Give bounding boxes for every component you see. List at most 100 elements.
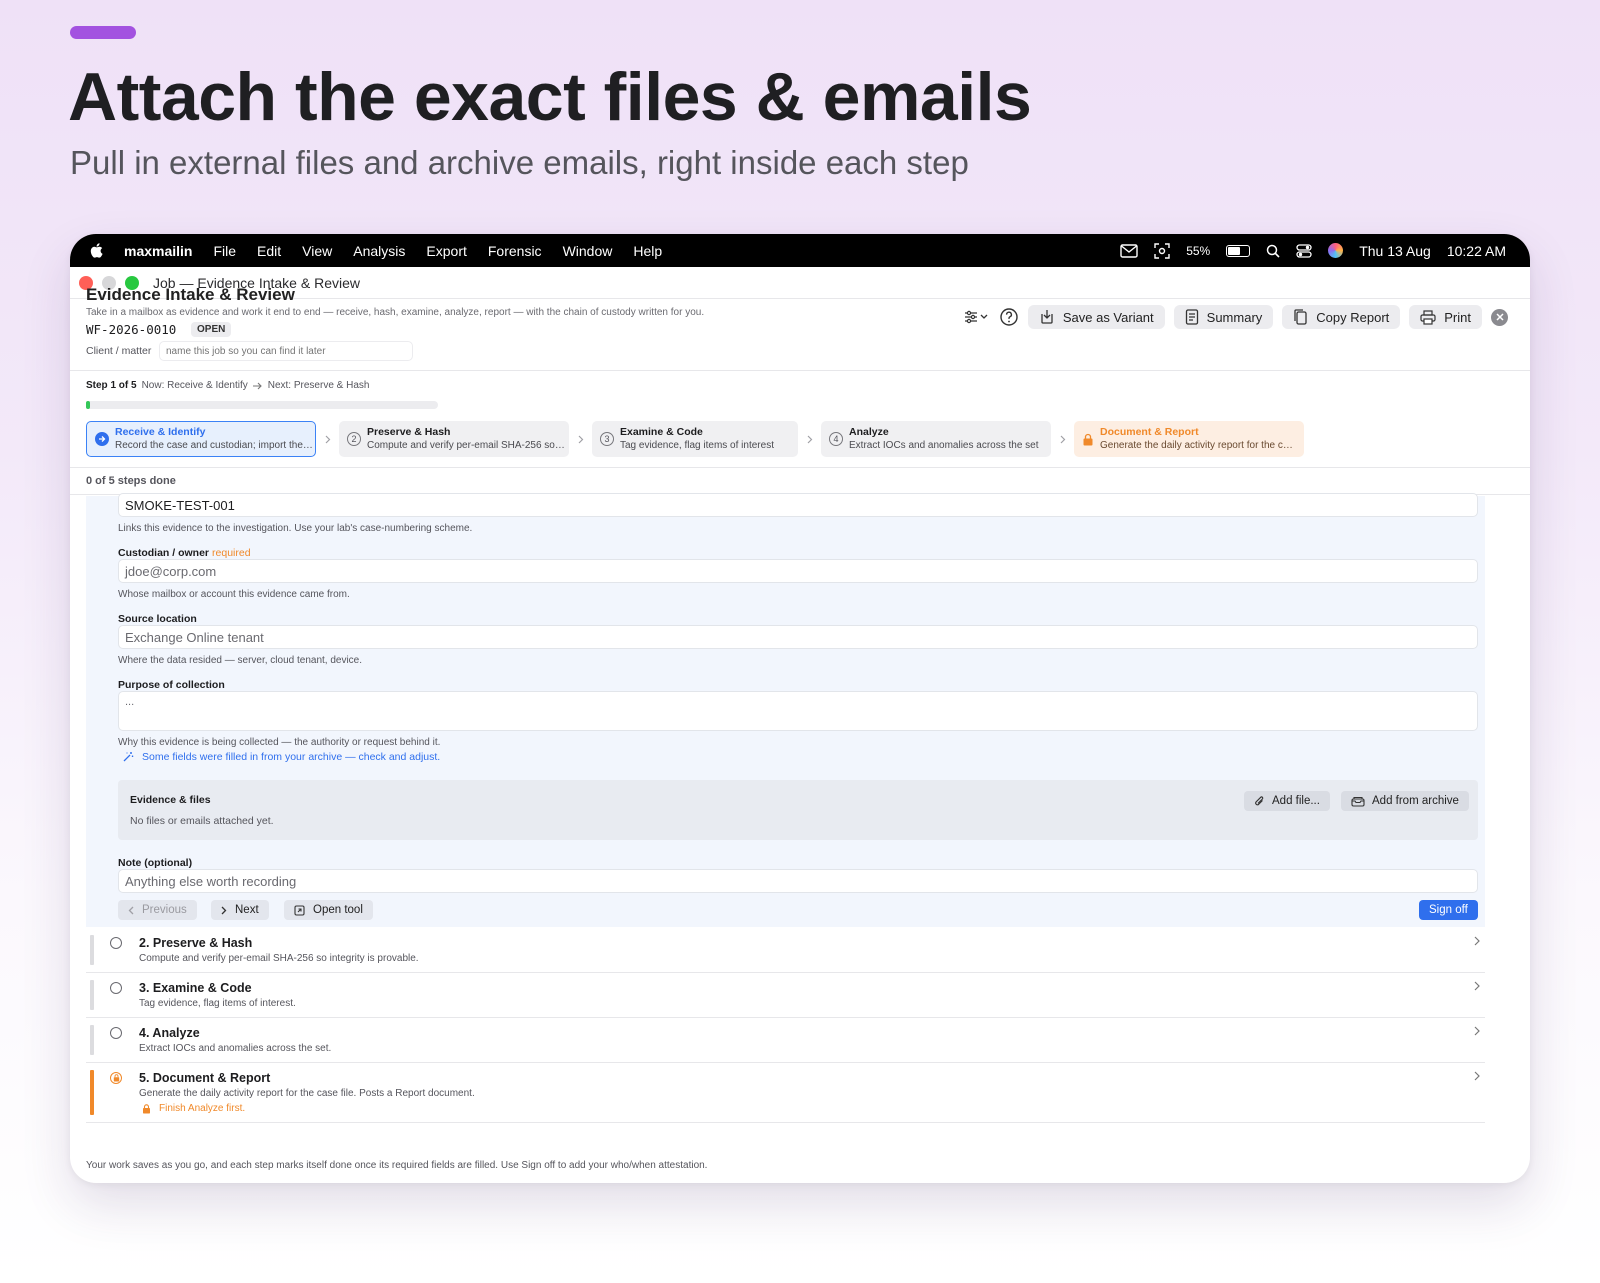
custodian-field[interactable]: jdoe@corp.com [118, 559, 1478, 583]
chevron-right-icon [221, 906, 227, 914]
step-cards: Receive & Identify Record the case and c… [86, 421, 1304, 457]
lock-icon [1083, 433, 1093, 445]
step-counter: Step 1 of 5 [86, 380, 137, 391]
step-row-sub: Tag evidence, flag items of interest. [139, 998, 296, 1009]
step-row-report[interactable]: 5. Document & Report Generate the daily … [86, 1063, 1485, 1123]
menu-view[interactable]: View [302, 243, 332, 259]
menubar-time[interactable]: 10:22 AM [1447, 243, 1506, 259]
battery-percent: 55% [1186, 243, 1211, 258]
autofill-note: Some fields were filled in from your arc… [122, 751, 440, 763]
previous-button[interactable]: Previous [118, 900, 197, 920]
step-card-title: Document & Report [1100, 426, 1199, 438]
note-label: Note (optional) [118, 857, 193, 869]
job-description: Take in a mailbox as evidence and work i… [86, 307, 705, 318]
apple-icon[interactable] [89, 242, 106, 259]
divider [70, 370, 1530, 371]
evidence-title: Evidence & files [130, 794, 211, 806]
save-as-variant-label: Save as Variant [1062, 309, 1154, 325]
step-status-circle [110, 1027, 122, 1039]
step-card-report[interactable]: Document & Report Generate the daily act… [1074, 421, 1304, 457]
view-options-button[interactable] [964, 310, 990, 324]
menu-forensic[interactable]: Forensic [488, 243, 542, 259]
step-indicator [90, 980, 94, 1010]
step-row-analyze[interactable]: 4. Analyze Extract IOCs and anomalies ac… [86, 1018, 1485, 1063]
step-row-title: 5. Document & Report [139, 1071, 271, 1085]
case-help: Links this evidence to the investigation… [118, 523, 473, 534]
sign-off-button[interactable]: Sign off [1419, 900, 1478, 920]
menu-export[interactable]: Export [426, 243, 466, 259]
step-row-preserve[interactable]: 2. Preserve & Hash Compute and verify pe… [86, 928, 1485, 973]
client-matter-input[interactable] [159, 341, 413, 361]
chevron-right-icon[interactable] [1474, 936, 1481, 946]
sliders-icon [964, 310, 988, 324]
magic-wand-icon [123, 752, 134, 762]
custodian-label-text: Custodian / owner [118, 547, 210, 559]
step-row-examine[interactable]: 3. Examine & Code Tag evidence, flag ite… [86, 973, 1485, 1018]
step-card-preserve[interactable]: 2 Preserve & Hash Compute and verify per… [339, 421, 569, 457]
job-id: WF-2026-0010 [86, 322, 177, 337]
print-button[interactable]: Print [1409, 305, 1482, 329]
archive-icon [1351, 796, 1365, 807]
step-status-circle [110, 937, 122, 949]
step-card-title: Preserve & Hash [367, 426, 451, 438]
status-badge: OPEN [191, 322, 232, 337]
menu-analysis[interactable]: Analysis [353, 243, 405, 259]
step-card-desc: Compute and verify per-email SHA-256 so … [367, 440, 565, 451]
accent-pill [70, 26, 136, 39]
step-card-title: Receive & Identify [115, 426, 206, 438]
toolbar: Save as Variant Summary Copy Report Prin… [964, 305, 1508, 329]
step-card-examine[interactable]: 3 Examine & Code Tag evidence, flag item… [592, 421, 798, 457]
help-button[interactable] [999, 307, 1019, 327]
next-label: Next [235, 904, 259, 916]
required-tag: required [212, 547, 251, 559]
source-field[interactable]: Exchange Online tenant [118, 625, 1478, 649]
purpose-field[interactable]: ... [118, 691, 1478, 731]
menu-window[interactable]: Window [563, 243, 613, 259]
job-title: Evidence Intake & Review [86, 285, 295, 304]
app-window: maxmailin File Edit View Analysis Export… [70, 234, 1530, 1183]
screen-capture-icon[interactable] [1154, 242, 1170, 259]
open-tool-button[interactable]: Open tool [284, 900, 373, 920]
menu-app-name[interactable]: maxmailin [124, 243, 192, 259]
add-file-button[interactable]: Add file... [1244, 791, 1330, 811]
summary-icon [1185, 309, 1198, 325]
mail-status-icon[interactable] [1120, 243, 1138, 258]
copy-report-button[interactable]: Copy Report [1282, 305, 1401, 329]
arrow-right-icon [252, 382, 262, 389]
menu-file[interactable]: File [213, 243, 236, 259]
spotlight-search-icon[interactable] [1266, 244, 1280, 258]
siri-icon[interactable] [1328, 243, 1344, 258]
chevron-right-icon[interactable] [1474, 981, 1481, 991]
step-number: 3 [600, 432, 614, 446]
save-as-variant-button[interactable]: Save as Variant [1027, 305, 1165, 329]
client-label: Client / matter [86, 345, 152, 357]
step-card-title: Analyze [849, 426, 889, 438]
step-meta: Step 1 of 5 Now: Receive & Identify Next… [86, 380, 369, 391]
note-field[interactable]: Anything else worth recording [118, 869, 1478, 893]
menubar-date[interactable]: Thu 13 Aug [1359, 243, 1431, 259]
step-card-analyze[interactable]: 4 Analyze Extract IOCs and anomalies acr… [821, 421, 1051, 457]
arrow-circle-icon [95, 432, 109, 446]
step-row-title: 3. Examine & Code [139, 981, 252, 995]
step-card-receive[interactable]: Receive & Identify Record the case and c… [86, 421, 316, 457]
next-step-text: Next: Preserve & Hash [267, 380, 370, 391]
lock-circle-icon [110, 1072, 122, 1084]
case-number-field[interactable]: SMOKE-TEST-001 [118, 493, 1478, 517]
copy-report-label: Copy Report [1316, 309, 1390, 325]
step-number: 4 [829, 432, 843, 446]
add-file-label: Add file... [1272, 795, 1320, 807]
next-button[interactable]: Next [211, 900, 269, 920]
menu-help[interactable]: Help [633, 243, 662, 259]
battery-icon[interactable] [1226, 244, 1251, 257]
source-help: Where the data resided — server, cloud t… [118, 655, 363, 666]
chevron-right-icon[interactable] [1474, 1026, 1481, 1036]
step-indicator [90, 1070, 94, 1115]
chevron-right-icon[interactable] [1474, 1071, 1481, 1081]
summary-button[interactable]: Summary [1173, 305, 1274, 329]
control-center-icon[interactable] [1296, 243, 1312, 258]
menu-edit[interactable]: Edit [257, 243, 281, 259]
close-job-button[interactable] [1491, 308, 1508, 326]
add-from-archive-label: Add from archive [1372, 795, 1459, 807]
add-from-archive-button[interactable]: Add from archive [1341, 791, 1469, 811]
step-number: 2 [347, 432, 361, 446]
